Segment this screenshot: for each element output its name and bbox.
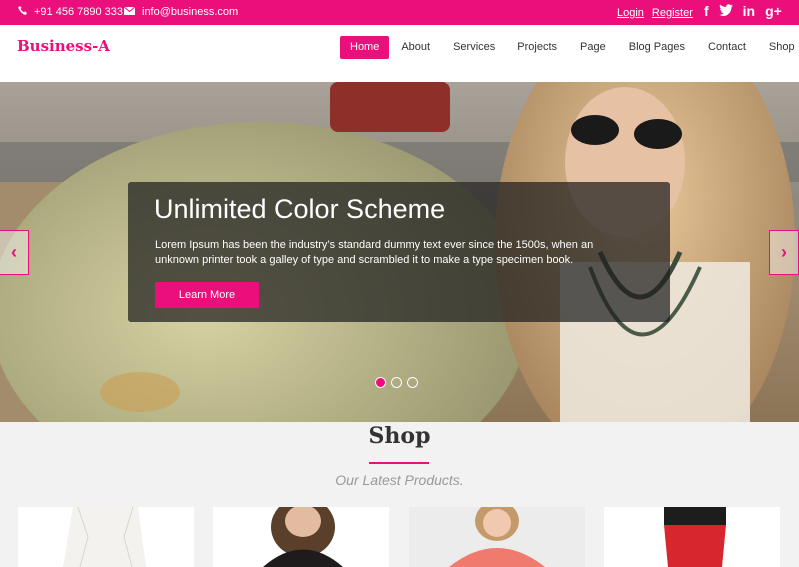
nav-home[interactable]: Home	[340, 36, 390, 59]
main-nav: Home About Services Projects Page Blog P…	[340, 36, 795, 59]
product-card[interactable]	[604, 507, 780, 567]
nav-blog-pages[interactable]: Blog Pages	[629, 36, 685, 59]
product-card[interactable]	[18, 507, 194, 567]
slider-dot-1[interactable]	[375, 377, 386, 388]
nav-projects[interactable]: Projects	[517, 36, 557, 59]
product-card[interactable]	[213, 507, 389, 567]
title-underline	[369, 462, 429, 464]
login-link[interactable]: Login	[617, 7, 644, 19]
top-bar: +91 456 7890 333 info@business.com Login…	[0, 0, 799, 25]
social-links: f in g+	[704, 3, 782, 19]
slider-prev-button[interactable]: ‹	[0, 230, 29, 275]
nav-shop[interactable]: Shop	[769, 36, 795, 59]
register-link[interactable]: Register	[652, 7, 693, 19]
hero-title: Unlimited Color Scheme	[154, 194, 446, 224]
hero-caption-box: Unlimited Color Scheme Lorem Ipsum has b…	[128, 182, 670, 322]
slider-dot-3[interactable]	[407, 377, 418, 388]
nav-services[interactable]: Services	[453, 36, 495, 59]
hero-text: Lorem Ipsum has been the industry’s stan…	[155, 239, 594, 266]
product-image	[18, 507, 194, 567]
google-plus-icon[interactable]: g+	[765, 3, 782, 19]
phone-contact: +91 456 7890 333	[18, 6, 123, 18]
facebook-icon[interactable]: f	[704, 3, 709, 19]
email-address: info@business.com	[142, 6, 239, 18]
email-contact: info@business.com	[123, 6, 239, 18]
hero-slider: ‹ › Unlimited Color Scheme Lorem Ipsum h…	[0, 82, 799, 422]
envelope-icon	[123, 6, 136, 18]
site-logo[interactable]: Business-A	[17, 37, 110, 55]
nav-contact[interactable]: Contact	[708, 36, 746, 59]
shop-section-subtitle: Our Latest Products.	[335, 472, 464, 488]
auth-links: Login Register	[617, 7, 693, 19]
slider-next-button[interactable]: ›	[769, 230, 799, 275]
twitter-icon[interactable]	[718, 3, 733, 19]
slider-dot-2[interactable]	[391, 377, 402, 388]
phone-icon	[18, 6, 27, 18]
product-card[interactable]	[409, 507, 585, 567]
slider-dots	[375, 377, 418, 388]
product-image	[213, 507, 389, 567]
site-header: Business-A Home About Services Projects …	[0, 25, 799, 82]
nav-page[interactable]: Page	[580, 36, 606, 59]
linkedin-icon[interactable]: in	[743, 3, 755, 19]
nav-about[interactable]: About	[401, 36, 430, 59]
learn-more-button[interactable]: Learn More	[155, 282, 259, 308]
shop-section-title: Shop	[368, 423, 431, 449]
phone-number: +91 456 7890 333	[34, 6, 124, 18]
product-image	[604, 507, 780, 567]
product-image	[409, 507, 585, 567]
